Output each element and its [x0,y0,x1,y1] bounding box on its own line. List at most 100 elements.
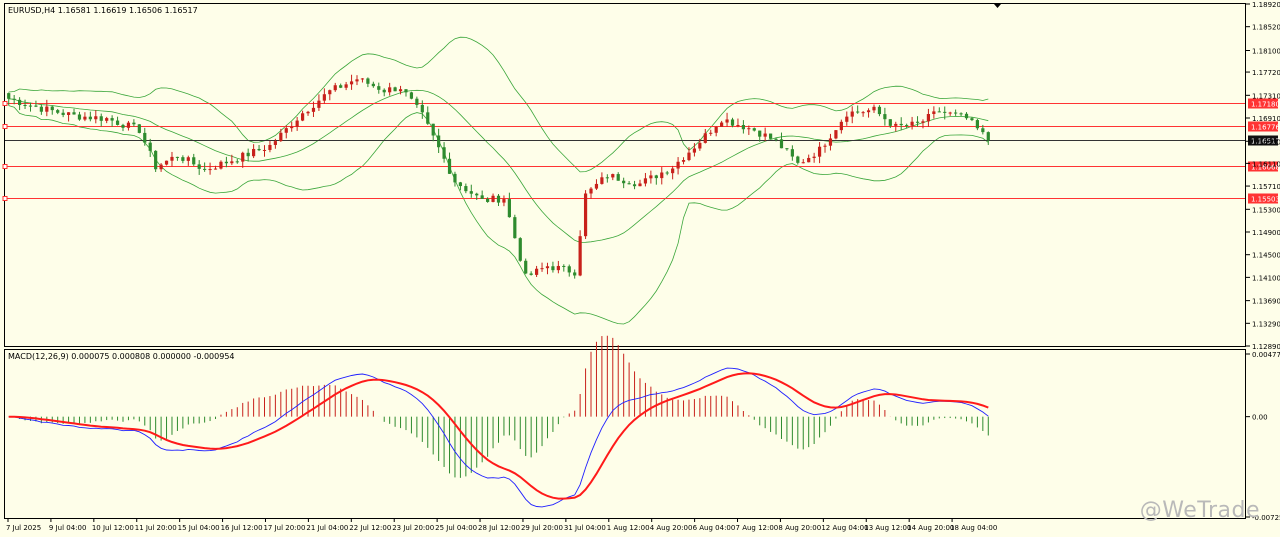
candle-body [235,161,239,163]
candle-body [758,130,762,137]
candle-body [725,119,729,123]
candle-body [181,157,185,161]
candle-body [986,132,990,141]
level-handle[interactable] [2,124,8,129]
candle-body [785,148,789,150]
time-tick-label: 7 Aug 12:00 [736,524,779,532]
candle-body [175,156,180,158]
candle-body [828,138,833,146]
candle-body [649,175,653,179]
candle-body [333,85,337,91]
candle-body [926,114,931,122]
candle-body [752,128,756,131]
candle-body [491,195,495,202]
candle-body [56,110,60,113]
candle-body [284,128,288,133]
candle-body [328,90,332,95]
candle-body [121,124,125,128]
candle-body [551,266,555,271]
candle-body [959,113,963,115]
candle-body [703,133,707,143]
candle-body [720,122,724,127]
candle-body [132,122,136,125]
candle-body [589,188,593,194]
candle-body [894,123,898,126]
candle-body [213,168,218,170]
candle-body [203,168,207,170]
candle-body [105,118,109,121]
candle-body [687,152,691,161]
candle-body [975,120,979,129]
candle-body [730,119,735,126]
candle-body [534,268,539,275]
candle-body [393,87,397,92]
candle-body [486,198,490,202]
candle-body [605,177,609,179]
candle-body [458,182,463,187]
candle-body [774,138,778,140]
time-tick-label: 14 Aug 20:00 [907,524,954,532]
candle-body [197,164,201,169]
level-handle[interactable] [2,164,8,169]
candle-body [99,116,103,121]
price-tick-label: 1.18520 [1252,24,1280,32]
candle-body [524,260,528,274]
candle-body [431,123,435,136]
candle-body [839,121,843,131]
candle-body [807,157,811,163]
candle-body [415,98,419,105]
candle-body [28,105,33,107]
candle-body [77,114,82,120]
candle-body [61,112,65,115]
candle-body [317,100,321,108]
candle-body [382,89,386,93]
candle-body [921,121,925,123]
candle-body [915,121,920,123]
candle-body [948,112,952,114]
candle-body [110,118,114,121]
candle-body [823,145,827,147]
time-tick-label: 25 Jul 04:00 [435,524,477,532]
candle-body [398,89,403,92]
candle-body [616,174,620,181]
macd-info: MACD(12,26,9) 0.000075 0.000808 0.000000… [8,352,235,361]
candle-body [219,161,223,169]
candle-body [714,126,718,133]
candle-body [556,265,560,271]
level-handle[interactable] [2,101,8,106]
candle-body [518,238,522,261]
candle-body [66,112,71,115]
macd-tick-label: 0.00 [1252,414,1268,422]
candle-body [970,118,974,121]
candle-body [513,217,517,239]
candle-body [845,116,849,122]
chart-canvas[interactable]: EURUSD,H4 1.16581 1.16619 1.16506 1.1651… [0,0,1280,537]
candle-body [611,174,615,178]
candle-body [241,152,245,162]
time-tick-label: 7 Jul 2025 [6,524,41,532]
candle-body [322,94,326,101]
watermark-logo: @WeTrade [1139,498,1260,523]
time-tick-label: 29 Jul 20:00 [521,524,563,532]
time-tick-label: 28 Jul 12:00 [478,524,520,532]
candle-body [72,112,76,115]
candle-body [981,128,985,133]
candle-body [812,156,816,158]
price-tick-label: 1.16110 [1252,160,1280,168]
candle-body [779,139,784,149]
candle-body [7,93,11,99]
macd-tick-label: 0.004774 [1252,351,1280,359]
candle-body [877,106,882,115]
candle-body [600,177,604,184]
candle-body [801,162,805,164]
time-tick-label: 17 Jul 20:00 [263,524,305,532]
candle-body [404,89,408,93]
candle-body [170,156,174,161]
level-handle[interactable] [2,196,8,201]
time-tick-label: 15 Jul 04:00 [178,524,220,532]
candle-body [246,152,250,157]
candle-body [747,128,751,130]
candle-body [159,164,163,170]
level-price-label: 1.16776 [1251,124,1280,132]
candle-body [540,268,544,270]
